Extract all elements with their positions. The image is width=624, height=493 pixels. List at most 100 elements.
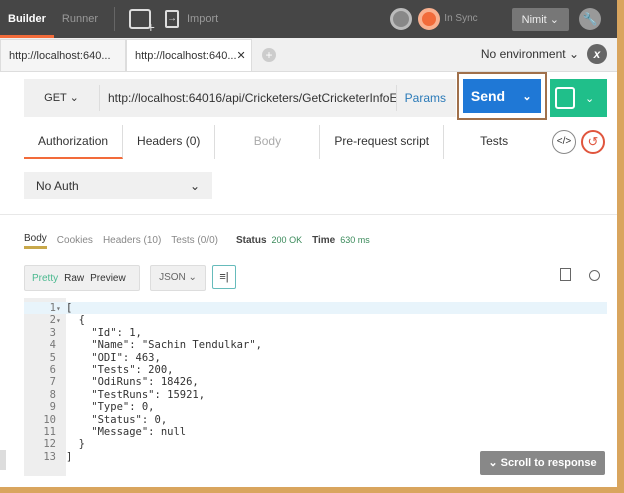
request-tab-2[interactable]: http://localhost:640... ✕ (126, 39, 252, 71)
format-label: JSON (159, 272, 186, 283)
sync-status: In Sync (444, 13, 478, 24)
scroll-to-response-button[interactable]: ⌄ Scroll to response (480, 451, 605, 475)
code-text: "Tests": 200, (66, 364, 174, 376)
code-line: 12 } (24, 438, 607, 450)
new-window-icon[interactable] (128, 9, 155, 35)
environment-select[interactable]: No environment ⌄ x (481, 44, 607, 64)
code-line: 10 "Status": 0, (24, 414, 607, 426)
reset-icon[interactable]: ↺ (581, 130, 605, 154)
view-raw[interactable]: Raw (64, 273, 84, 284)
line-number: 4 (49, 339, 56, 352)
line-number: 8 (49, 388, 56, 401)
line-number: 5 (49, 351, 56, 364)
send-button[interactable]: Send ⌄ (463, 79, 541, 113)
search-icon[interactable] (589, 270, 600, 281)
code-text: "Status": 0, (66, 413, 168, 426)
code-line: 1 ▾[ (24, 302, 607, 315)
settings-wrench-icon[interactable]: 🔧 (579, 8, 601, 30)
code-text: "ODI": 463, (66, 351, 161, 364)
save-button[interactable]: ⌄ (550, 79, 607, 117)
scrollbar[interactable] (0, 450, 6, 470)
line-number: 1 (49, 302, 56, 314)
response-tab-headers[interactable]: Headers (10) (103, 233, 161, 248)
response-tab-body[interactable]: Body (24, 231, 47, 249)
response-tabs: Body Cookies Headers (10) Tests (0/0) St… (24, 231, 380, 249)
copy-icon[interactable] (560, 268, 571, 281)
code-line: 3 "Id": 1, (24, 327, 607, 339)
response-tab-tests[interactable]: Tests (0/0) (171, 233, 218, 248)
code-text: [ (66, 302, 73, 314)
top-bar: Builder Runner → Import In Sync Nimit ⌄ … (0, 0, 617, 38)
line-number: 11 (43, 426, 56, 438)
view-preview[interactable]: Preview (90, 273, 126, 284)
code-text: } (66, 438, 85, 451)
tab-headers[interactable]: Headers (0) (123, 125, 216, 159)
line-number: 3 (49, 326, 56, 339)
builder-tab[interactable]: Builder (0, 0, 54, 38)
format-select[interactable]: JSON ⌄ (150, 265, 206, 291)
response-tab-cookies[interactable]: Cookies (57, 233, 93, 248)
divider (0, 214, 617, 215)
close-icon[interactable]: ✕ (237, 40, 246, 71)
environment-label: No environment (480, 47, 566, 61)
request-tab-1[interactable]: http://localhost:640... (0, 39, 126, 71)
runner-tab[interactable]: Runner (54, 0, 106, 38)
tab-label: http://localhost:640... (9, 50, 111, 62)
user-name: Nimit (521, 13, 547, 26)
method-select[interactable]: GET ⌄ (24, 85, 100, 111)
code-line: 5 "ODI": 463, (24, 352, 607, 364)
line-number: 7 (49, 376, 56, 389)
environment-quicklook-icon[interactable]: x (587, 44, 607, 64)
import-icon[interactable]: → (164, 10, 179, 28)
code-line: 7 "OdiRuns": 18426, (24, 376, 607, 388)
code-icon[interactable]: </> (552, 130, 576, 154)
divider (113, 7, 115, 31)
code-text: "Type": 0, (66, 401, 155, 414)
url-input[interactable]: http://localhost:64016/api/Cricketers/Ge… (100, 85, 397, 111)
code-line: 6 "Tests": 200, (24, 364, 607, 376)
status-label: Status (235, 234, 267, 246)
wrap-lines-icon[interactable]: ≡| (212, 265, 236, 289)
code-line: 9 "Type": 0, (24, 401, 607, 413)
line-number: 13 (43, 450, 56, 463)
code-text: "Id": 1, (66, 326, 142, 339)
sync-icon[interactable] (418, 8, 441, 30)
code-text: "Name": "Sachin Tendulkar", (66, 339, 262, 352)
auth-type-select[interactable]: No Auth ⌄ (24, 172, 212, 199)
send-highlight: Send ⌄ (457, 72, 547, 120)
tab-tests[interactable]: Tests (444, 125, 522, 159)
save-icon (555, 87, 575, 109)
line-number: 6 (49, 364, 56, 376)
time-label: Time (312, 234, 336, 246)
view-mode-group: Pretty Raw Preview (24, 265, 140, 291)
tab-pre-request-script[interactable]: Pre-request script (320, 125, 445, 159)
code-line: 11 "Message": null (24, 426, 607, 438)
code-line: 4 "Name": "Sachin Tendulkar", (24, 339, 607, 351)
tab-label: http://localhost:640... (135, 50, 237, 62)
code-line: 8 "TestRuns": 15921, (24, 389, 607, 401)
interceptor-icon[interactable] (390, 8, 413, 30)
status-value: 200 OK (271, 235, 303, 245)
import-button[interactable]: Import (179, 0, 226, 38)
view-pretty[interactable]: Pretty (32, 273, 58, 284)
params-button[interactable]: Params (405, 91, 456, 105)
line-number: 10 (43, 413, 56, 426)
time-value: 630 ms (340, 235, 370, 245)
response-body-editor[interactable]: 1 ▾[2 ▾ {3 "Id": 1, 4 "Name": "Sachin Ten… (24, 298, 607, 476)
request-tabs: http://localhost:640... http://localhost… (0, 38, 617, 72)
request-bar: GET ⌄ http://localhost:64016/api/Cricket… (24, 79, 456, 117)
chevron-down-icon[interactable]: ⌄ (585, 92, 594, 105)
tab-body[interactable]: Body (215, 125, 321, 159)
chevron-down-icon: ⌄ (189, 178, 200, 193)
line-number: 12 (43, 438, 56, 451)
code-text: { (66, 314, 85, 327)
tab-authorization[interactable]: Authorization (24, 125, 124, 159)
chevron-down-icon[interactable]: ⌄ (513, 90, 541, 103)
add-tab-icon[interactable]: + (262, 48, 276, 62)
line-number: 2 (49, 314, 56, 327)
code-text: "OdiRuns": 18426, (66, 376, 199, 389)
code-text: ] (66, 450, 73, 463)
send-label: Send (470, 88, 506, 104)
request-options-tabs: Authorization Headers (0) Body Pre-reque… (24, 125, 544, 159)
user-menu[interactable]: Nimit ⌄ (511, 7, 569, 31)
